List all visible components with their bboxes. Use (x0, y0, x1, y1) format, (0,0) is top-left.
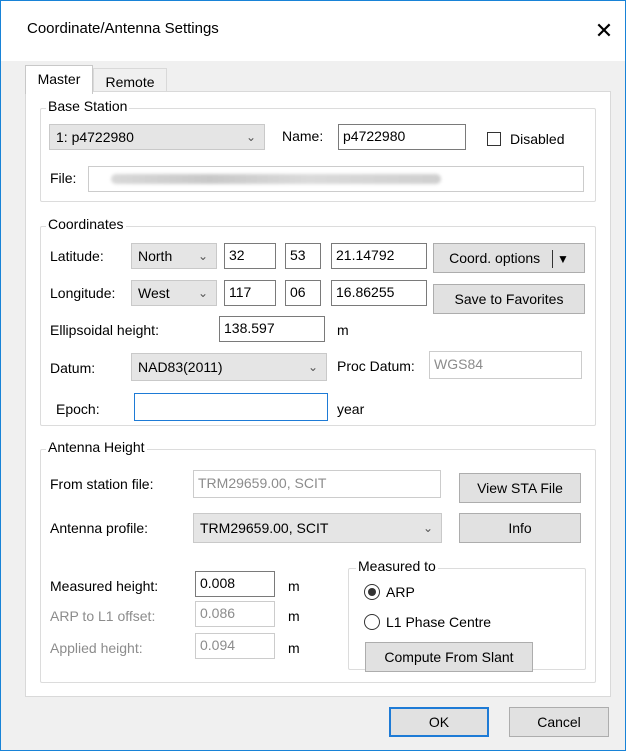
arp-offset-field[interactable]: 0.086 (195, 601, 275, 627)
applied-height-label: Applied height: (50, 640, 143, 656)
dialog-title: Coordinate/Antenna Settings (27, 20, 219, 37)
title-bar: Coordinate/Antenna Settings ✕ (1, 1, 625, 61)
datum-label: Datum: (50, 360, 96, 376)
applied-height-unit: m (288, 640, 300, 656)
disabled-label: Disabled (510, 131, 565, 147)
tab-master[interactable]: Master (25, 65, 93, 94)
radio-l1-phase-centre[interactable] (364, 614, 380, 630)
lon-hemisphere-select[interactable]: West ⌄ (131, 280, 217, 306)
measured-height-label: Measured height: (50, 578, 159, 594)
station-select[interactable]: 1: p4722980 ⌄ (49, 124, 265, 150)
proc-datum-field[interactable]: WGS84 (429, 351, 582, 379)
datum-value: NAD83(2011) (138, 359, 223, 375)
lat-seconds-field[interactable]: 21.14792 (331, 243, 427, 269)
antenna-height-title: Antenna Height (46, 439, 147, 455)
lon-degrees-field[interactable]: 117 (224, 280, 276, 306)
epoch-field[interactable] (134, 393, 328, 421)
cancel-button[interactable]: Cancel (509, 707, 609, 737)
coord-options-button[interactable]: Coord. options ▼ (433, 243, 585, 273)
lon-minutes-field[interactable]: 06 (285, 280, 321, 306)
caret-down-icon: ▼ (556, 252, 569, 266)
ellipsoidal-unit: m (337, 322, 349, 338)
split-divider (552, 250, 554, 269)
station-select-value: 1: p4722980 (56, 129, 134, 145)
measured-height-unit: m (288, 578, 300, 594)
lat-minutes-field[interactable]: 53 (285, 243, 321, 269)
epoch-unit: year (337, 401, 365, 417)
datum-select[interactable]: NAD83(2011) ⌄ (131, 353, 327, 381)
ok-button[interactable]: OK (389, 707, 489, 737)
file-path-redacted (111, 174, 441, 184)
longitude-label: Longitude: (50, 285, 116, 301)
antenna-profile-value: TRM29659.00, SCIT (200, 520, 329, 536)
lon-seconds-field[interactable]: 16.86255 (331, 280, 427, 306)
applied-height-field[interactable]: 0.094 (195, 633, 275, 659)
chevron-down-icon: ⌄ (422, 521, 433, 535)
lat-degrees-field[interactable]: 32 (224, 243, 276, 269)
radio-arp[interactable] (364, 584, 380, 600)
file-field[interactable] (88, 166, 584, 192)
tab-panel-master: Base Station 1: p4722980 ⌄ Name: p472298… (25, 91, 611, 697)
close-icon[interactable]: ✕ (584, 14, 624, 48)
antenna-profile-label: Antenna profile: (50, 520, 149, 536)
arp-offset-unit: m (288, 608, 300, 624)
arp-offset-label: ARP to L1 offset: (50, 608, 156, 624)
chevron-down-icon: ⌄ (245, 130, 256, 144)
lat-hemisphere-select[interactable]: North ⌄ (131, 243, 217, 269)
measured-height-field[interactable]: 0.008 (195, 571, 275, 597)
info-button[interactable]: Info (459, 513, 581, 543)
coordinates-title: Coordinates (46, 216, 126, 232)
chevron-down-icon: ⌄ (197, 249, 208, 263)
chevron-down-icon: ⌄ (307, 360, 318, 374)
disabled-checkbox[interactable] (487, 132, 501, 146)
proc-datum-label: Proc Datum: (337, 358, 415, 374)
lon-hemisphere-value: West (138, 285, 170, 301)
radio-l1-label: L1 Phase Centre (386, 614, 492, 630)
compute-from-slant-button[interactable]: Compute From Slant (365, 642, 533, 672)
coord-options-label: Coord. options (449, 250, 541, 266)
measured-to-title: Measured to (356, 558, 438, 574)
latitude-label: Latitude: (50, 248, 104, 264)
radio-arp-label: ARP (386, 584, 415, 600)
name-label: Name: (282, 128, 324, 144)
name-field[interactable]: p4722980 (338, 124, 466, 150)
base-station-title: Base Station (46, 98, 130, 114)
epoch-label: Epoch: (56, 401, 100, 417)
ellipsoidal-height-field[interactable]: 138.597 (219, 316, 325, 342)
from-station-file-label: From station file: (50, 476, 154, 492)
chevron-down-icon: ⌄ (197, 286, 208, 300)
save-to-favorites-button[interactable]: Save to Favorites (433, 284, 585, 314)
file-label: File: (50, 170, 77, 186)
lat-hemisphere-value: North (138, 248, 173, 264)
radio-selected-dot (368, 588, 376, 596)
dialog-window: Coordinate/Antenna Settings ✕ Master Rem… (0, 0, 626, 751)
view-sta-file-button[interactable]: View STA File (459, 473, 581, 503)
ellipsoidal-height-label: Ellipsoidal height: (50, 322, 159, 338)
antenna-profile-select[interactable]: TRM29659.00, SCIT ⌄ (193, 513, 442, 543)
from-station-file-field[interactable]: TRM29659.00, SCIT (193, 470, 441, 498)
